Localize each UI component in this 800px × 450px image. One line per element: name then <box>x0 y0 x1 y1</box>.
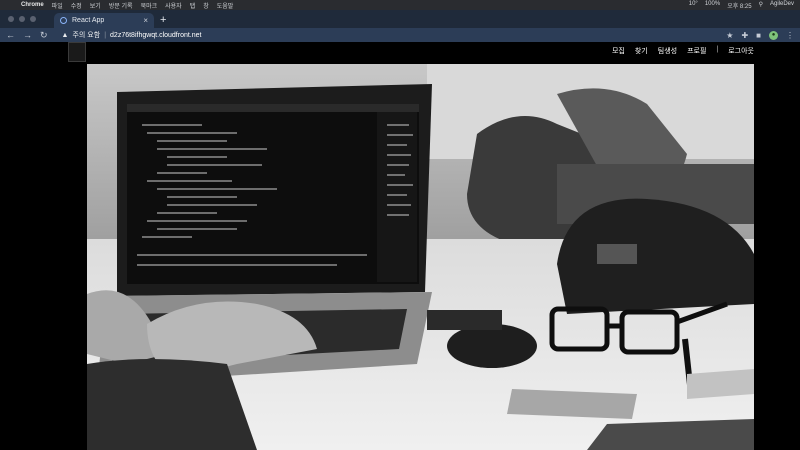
forward-icon[interactable]: → <box>23 30 32 40</box>
hero-photo-illustration <box>87 64 754 450</box>
menubar-item-file[interactable]: 파일 <box>52 1 63 10</box>
nav-profile-link[interactable]: 프로필 <box>687 46 706 56</box>
chrome-tabstrip: React App × + <box>0 10 800 28</box>
back-icon[interactable]: ← <box>6 30 15 40</box>
omnibox-separator: | <box>104 31 107 39</box>
minimize-window-button[interactable] <box>19 16 25 22</box>
page-viewport: 모집 찾기 팀생성 프로필 | 로그아웃 <box>0 42 800 450</box>
menubar-item-view[interactable]: 보기 <box>90 1 101 10</box>
menubar-item-profiles[interactable]: 사용자 <box>165 1 182 10</box>
new-tab-button[interactable]: + <box>160 14 166 26</box>
menubar-item-bookmarks[interactable]: 북마크 <box>141 1 158 10</box>
close-window-button[interactable] <box>8 16 14 22</box>
mac-menubar: Chrome 파일 수정 보기 방문 기록 북마크 사용자 탭 창 도움말 10… <box>0 0 800 10</box>
menubar-user[interactable]: AgileDev <box>770 1 794 10</box>
extensions-puzzle-icon[interactable]: ■ <box>756 31 761 40</box>
menubar-item-window[interactable]: 창 <box>203 1 209 10</box>
reload-icon[interactable]: ↻ <box>40 30 48 41</box>
menubar-item-edit[interactable]: 수정 <box>71 1 82 10</box>
window-controls <box>0 10 44 28</box>
bookmark-star-icon[interactable]: ★ <box>726 31 733 40</box>
menubar-clock[interactable]: 오후 8:25 <box>727 1 751 10</box>
more-menu-icon[interactable]: ⋮ <box>786 31 794 40</box>
battery-label: 100% <box>704 0 721 7</box>
search-icon[interactable]: ⚲ <box>759 1 763 10</box>
menubar-app-name[interactable]: Chrome <box>21 2 44 8</box>
site-logo[interactable] <box>68 42 86 62</box>
extension-icon[interactable]: ✚ <box>741 31 748 40</box>
site-nav: 모집 찾기 팀생성 프로필 | 로그아웃 <box>612 46 754 56</box>
nav-find-link[interactable]: 찾기 <box>635 46 648 56</box>
url-text[interactable]: d2z76t8ifhgwqt.cloudfront.net <box>110 32 201 39</box>
zoom-window-button[interactable] <box>30 16 36 22</box>
security-label[interactable]: 주의 요함 <box>72 30 100 40</box>
nav-recruit-link[interactable]: 모집 <box>612 46 625 56</box>
chrome-toolbar: ← → ↻ ▲ 주의 요함 | d2z76t8ifhgwqt.cloudfron… <box>0 28 800 42</box>
close-tab-icon[interactable]: × <box>143 16 148 25</box>
hero-image <box>87 64 754 450</box>
react-favicon-icon <box>60 17 67 24</box>
profile-avatar[interactable]: ● <box>769 30 778 40</box>
nav-divider: | <box>716 46 719 53</box>
tab-title: React App <box>72 17 105 24</box>
warning-icon[interactable]: ▲ <box>62 32 69 39</box>
browser-tab[interactable]: React App × <box>54 13 154 28</box>
menubar-temperature: 10° <box>688 0 698 7</box>
logout-link[interactable]: 로그아웃 <box>728 46 754 56</box>
menubar-item-help[interactable]: 도움말 <box>217 1 234 10</box>
menubar-item-history[interactable]: 방문 기록 <box>109 1 133 10</box>
menubar-item-tab[interactable]: 탭 <box>190 1 196 10</box>
address-bar[interactable]: ▲ 주의 요함 | d2z76t8ifhgwqt.cloudfront.net <box>62 30 202 41</box>
nav-create-team-link[interactable]: 팀생성 <box>658 46 677 56</box>
